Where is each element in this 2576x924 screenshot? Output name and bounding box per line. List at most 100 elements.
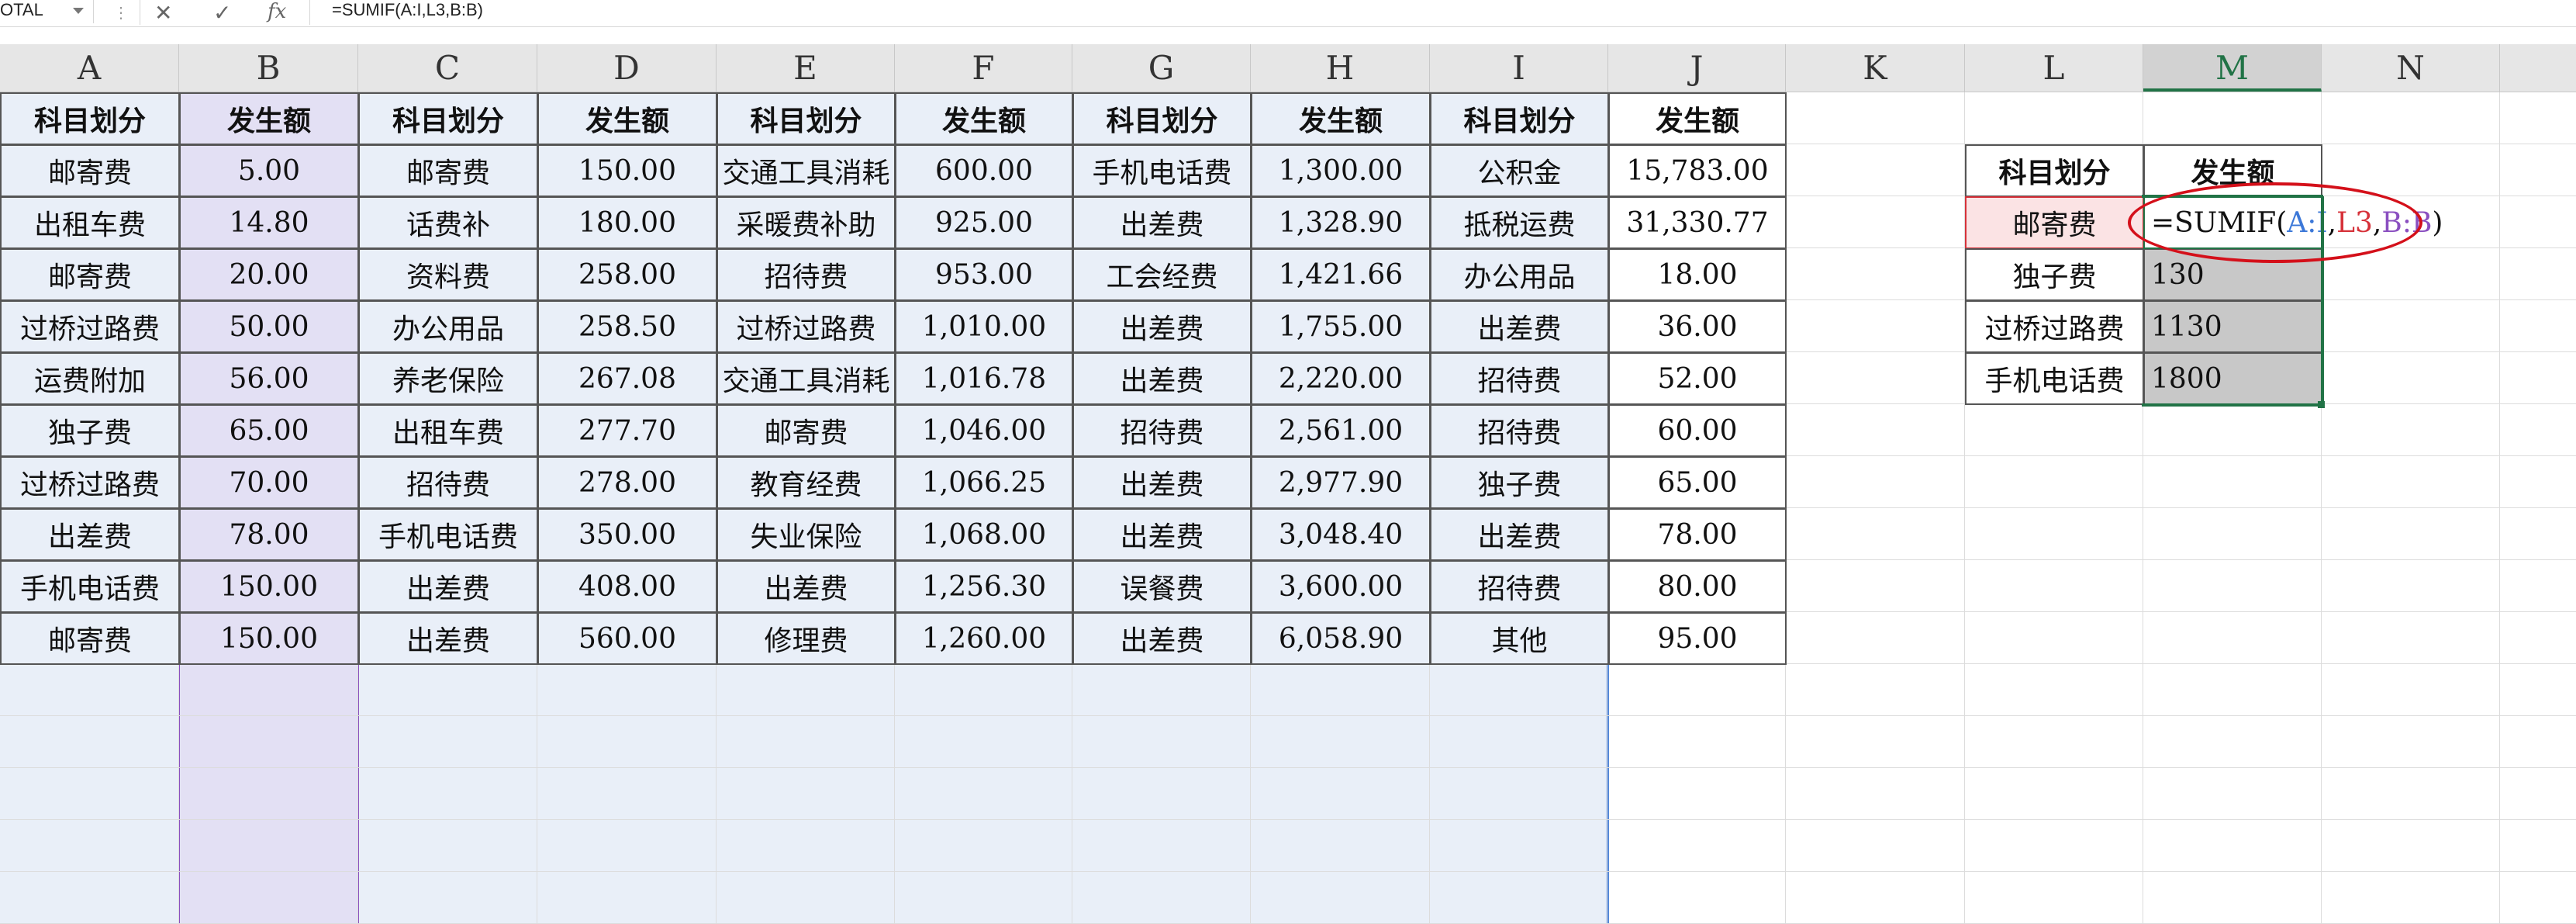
table-cell[interactable]: 招待费 bbox=[1430, 404, 1609, 457]
table-header-cell[interactable]: 发生额 bbox=[1608, 92, 1787, 145]
table-cell[interactable]: 78.00 bbox=[1608, 508, 1787, 561]
table-cell[interactable]: 误餐费 bbox=[1072, 560, 1252, 613]
column-header-l[interactable]: L bbox=[1965, 44, 2143, 92]
table-cell[interactable]: 150.00 bbox=[179, 612, 359, 665]
check-icon[interactable]: ✓ bbox=[213, 0, 231, 26]
table-cell[interactable]: 953.00 bbox=[895, 248, 1073, 301]
table-cell[interactable]: 过桥过路费 bbox=[0, 300, 180, 353]
table-cell[interactable]: 1,328.90 bbox=[1251, 196, 1431, 249]
table-cell[interactable]: 失业保险 bbox=[717, 508, 896, 561]
summary-value-cell[interactable]: 1130 bbox=[2143, 300, 2322, 353]
table-cell[interactable]: 邮寄费 bbox=[0, 248, 180, 301]
table-cell[interactable]: 出差费 bbox=[717, 560, 896, 613]
table-cell[interactable]: 抵税运费 bbox=[1430, 196, 1609, 249]
table-cell[interactable]: 350.00 bbox=[537, 508, 717, 561]
table-cell[interactable]: 2,220.00 bbox=[1251, 352, 1431, 405]
table-cell[interactable]: 1,010.00 bbox=[895, 300, 1073, 353]
table-cell[interactable]: 招待费 bbox=[1072, 404, 1252, 457]
summary-header-cell[interactable]: 科目划分 bbox=[1965, 144, 2144, 197]
column-header-h[interactable]: H bbox=[1251, 44, 1430, 92]
table-cell[interactable]: 50.00 bbox=[179, 300, 359, 353]
table-cell[interactable]: 1,300.00 bbox=[1251, 144, 1431, 197]
table-cell[interactable]: 1,260.00 bbox=[895, 612, 1073, 665]
table-cell[interactable]: 1,046.00 bbox=[895, 404, 1073, 457]
table-cell[interactable]: 邮寄费 bbox=[0, 144, 180, 197]
table-cell[interactable]: 20.00 bbox=[179, 248, 359, 301]
table-cell[interactable]: 408.00 bbox=[537, 560, 717, 613]
name-box[interactable]: OTAL bbox=[0, 0, 94, 23]
table-cell[interactable]: 18.00 bbox=[1608, 248, 1787, 301]
column-header-d[interactable]: D bbox=[537, 44, 717, 92]
column-header-c[interactable]: C bbox=[358, 44, 537, 92]
table-cell[interactable]: 60.00 bbox=[1608, 404, 1787, 457]
table-cell[interactable]: 2,561.00 bbox=[1251, 404, 1431, 457]
table-cell[interactable]: 3,600.00 bbox=[1251, 560, 1431, 613]
table-cell[interactable]: 560.00 bbox=[537, 612, 717, 665]
table-header-cell[interactable]: 发生额 bbox=[1251, 92, 1431, 145]
table-cell[interactable]: 600.00 bbox=[895, 144, 1073, 197]
summary-category-cell[interactable]: 独子费 bbox=[1965, 248, 2144, 301]
table-cell[interactable]: 出差费 bbox=[1430, 300, 1609, 353]
table-cell[interactable]: 出差费 bbox=[1072, 196, 1252, 249]
table-cell[interactable]: 招待费 bbox=[358, 456, 538, 509]
table-cell[interactable]: 277.70 bbox=[537, 404, 717, 457]
table-cell[interactable]: 78.00 bbox=[179, 508, 359, 561]
table-cell[interactable]: 招待费 bbox=[1430, 560, 1609, 613]
table-header-cell[interactable]: 发生额 bbox=[179, 92, 359, 145]
column-header-g[interactable]: G bbox=[1072, 44, 1251, 92]
column-header-f[interactable]: F bbox=[895, 44, 1072, 92]
table-cell[interactable]: 邮寄费 bbox=[358, 144, 538, 197]
table-cell[interactable]: 258.50 bbox=[537, 300, 717, 353]
table-cell[interactable]: 1,016.78 bbox=[895, 352, 1073, 405]
table-cell[interactable]: 公积金 bbox=[1430, 144, 1609, 197]
table-cell[interactable]: 出租车费 bbox=[0, 196, 180, 249]
table-cell[interactable]: 修理费 bbox=[717, 612, 896, 665]
table-cell[interactable]: 手机电话费 bbox=[0, 560, 180, 613]
table-cell[interactable]: 出差费 bbox=[1072, 612, 1252, 665]
column-header-a[interactable]: A bbox=[0, 44, 179, 92]
table-header-cell[interactable]: 发生额 bbox=[895, 92, 1073, 145]
table-cell[interactable]: 出差费 bbox=[0, 508, 180, 561]
close-icon[interactable]: ✕ bbox=[154, 0, 172, 26]
table-cell[interactable]: 80.00 bbox=[1608, 560, 1787, 613]
table-cell[interactable]: 交通工具消耗 bbox=[717, 352, 896, 405]
column-header-e[interactable]: E bbox=[717, 44, 895, 92]
table-cell[interactable]: 办公用品 bbox=[358, 300, 538, 353]
table-cell[interactable]: 6,058.90 bbox=[1251, 612, 1431, 665]
table-cell[interactable]: 1,421.66 bbox=[1251, 248, 1431, 301]
table-cell[interactable]: 15,783.00 bbox=[1608, 144, 1787, 197]
table-cell[interactable]: 招待费 bbox=[717, 248, 896, 301]
table-cell[interactable]: 1,755.00 bbox=[1251, 300, 1431, 353]
table-header-cell[interactable]: 发生额 bbox=[537, 92, 717, 145]
table-cell[interactable]: 2,977.90 bbox=[1251, 456, 1431, 509]
table-header-cell[interactable]: 科目划分 bbox=[1072, 92, 1252, 145]
column-header-n[interactable]: N bbox=[2322, 44, 2500, 92]
table-cell[interactable]: 过桥过路费 bbox=[717, 300, 896, 353]
table-header-cell[interactable]: 科目划分 bbox=[358, 92, 538, 145]
table-cell[interactable]: 56.00 bbox=[179, 352, 359, 405]
table-cell[interactable]: 出差费 bbox=[358, 612, 538, 665]
table-cell[interactable]: 出差费 bbox=[358, 560, 538, 613]
table-cell[interactable]: 过桥过路费 bbox=[0, 456, 180, 509]
table-cell[interactable]: 1,256.30 bbox=[895, 560, 1073, 613]
table-cell[interactable]: 267.08 bbox=[537, 352, 717, 405]
fill-handle[interactable] bbox=[2318, 401, 2325, 408]
column-header-m[interactable]: M bbox=[2143, 44, 2322, 92]
table-cell[interactable]: 教育经费 bbox=[717, 456, 896, 509]
table-header-cell[interactable]: 科目划分 bbox=[717, 92, 896, 145]
table-cell[interactable]: 36.00 bbox=[1608, 300, 1787, 353]
table-cell[interactable]: 150.00 bbox=[537, 144, 717, 197]
table-cell[interactable]: 65.00 bbox=[1608, 456, 1787, 509]
table-cell[interactable]: 交通工具消耗 bbox=[717, 144, 896, 197]
table-cell[interactable]: 办公用品 bbox=[1430, 248, 1609, 301]
fx-icon[interactable]: fx bbox=[268, 0, 286, 23]
table-cell[interactable]: 278.00 bbox=[537, 456, 717, 509]
table-cell[interactable]: 3,048.40 bbox=[1251, 508, 1431, 561]
table-cell[interactable]: 其他 bbox=[1430, 612, 1609, 665]
column-header-k[interactable]: K bbox=[1786, 44, 1965, 92]
table-header-cell[interactable]: 科目划分 bbox=[0, 92, 180, 145]
table-cell[interactable]: 出差费 bbox=[1430, 508, 1609, 561]
summary-category-cell[interactable]: 过桥过路费 bbox=[1965, 300, 2144, 353]
table-header-cell[interactable]: 科目划分 bbox=[1430, 92, 1609, 145]
table-cell[interactable]: 95.00 bbox=[1608, 612, 1787, 665]
